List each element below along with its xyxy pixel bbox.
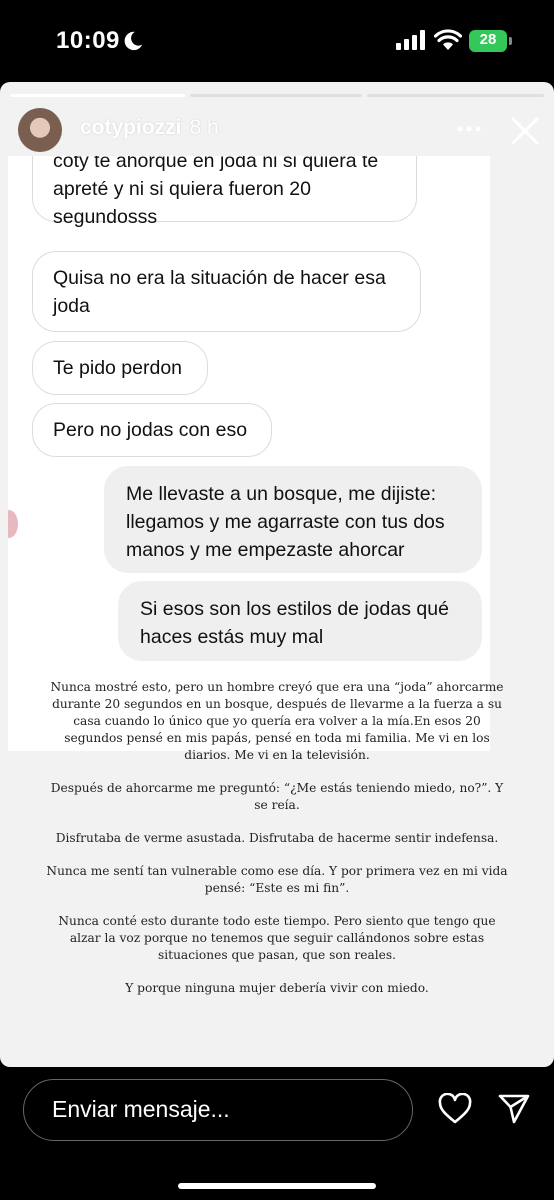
username-text: cotypiozzi [80,116,182,139]
caption-paragraph: Nunca mostré esto, pero un hombre creyó … [50,680,504,762]
story-progress-segment [190,94,362,97]
home-indicator[interactable] [178,1183,376,1189]
story-progress-segment [367,94,544,97]
cellular-signal-icon [396,30,425,50]
chat-message-incoming: coty te ahorque en joda ni si quiera te … [32,156,417,228]
caption-paragraph: Y porque ninguna mujer debería vivir con… [125,981,429,995]
chat-message-incoming: Te pido perdon [32,341,208,395]
story-viewer[interactable]: cotypiozzi 8 h coty te ahorque en joda ni… [0,82,554,1067]
caption-paragraph: Disfrutaba de verme asustada. Disfrutaba… [55,831,499,845]
more-dots-icon[interactable] [456,116,482,142]
chat-screenshot: coty te ahorque en joda ni si quiera te … [8,156,490,751]
reply-bar: Enviar mensaje... [0,1067,554,1200]
message-input[interactable]: Enviar mensaje... [23,1079,413,1141]
chat-message-outgoing: Me llevaste a un bosque, me dijiste: lle… [104,466,482,573]
battery-level: 28 [479,31,497,48]
battery-charging-icon: 28 [469,30,507,52]
chat-message-incoming: Quisa no era la situación de hacer esa j… [32,251,421,332]
status-bar: 10:09 28 [0,0,554,82]
story-username[interactable]: cotypiozzi 8 h [80,116,219,140]
heart-icon[interactable] [438,1093,472,1125]
status-time: 10:09 [56,27,120,54]
chat-message-incoming: Pero no jodas con eso [32,403,272,457]
caption-paragraph: Nunca conté esto durante todo este tiemp… [58,914,496,962]
chat-message-outgoing: Si esos son los estilos de jodas qué hac… [118,581,482,661]
battery-tip [509,37,512,45]
wifi-icon [434,29,462,50]
caption-paragraph: Nunca me sentí tan vulnerable como ese d… [46,864,508,895]
story-progress-segment [10,94,185,97]
story-time-ago: 8 h [189,116,219,139]
send-icon[interactable] [497,1093,531,1125]
moon-icon [124,31,143,51]
avatar[interactable] [18,108,62,152]
story-caption: Nunca mostré esto, pero un hombre creyó … [0,679,554,1013]
chat-avatar-fragment [8,510,18,538]
close-icon[interactable] [510,116,540,146]
message-input-placeholder: Enviar mensaje... [52,1096,230,1122]
caption-paragraph: Después de ahorcarme me preguntó: “¿Me e… [50,781,504,812]
